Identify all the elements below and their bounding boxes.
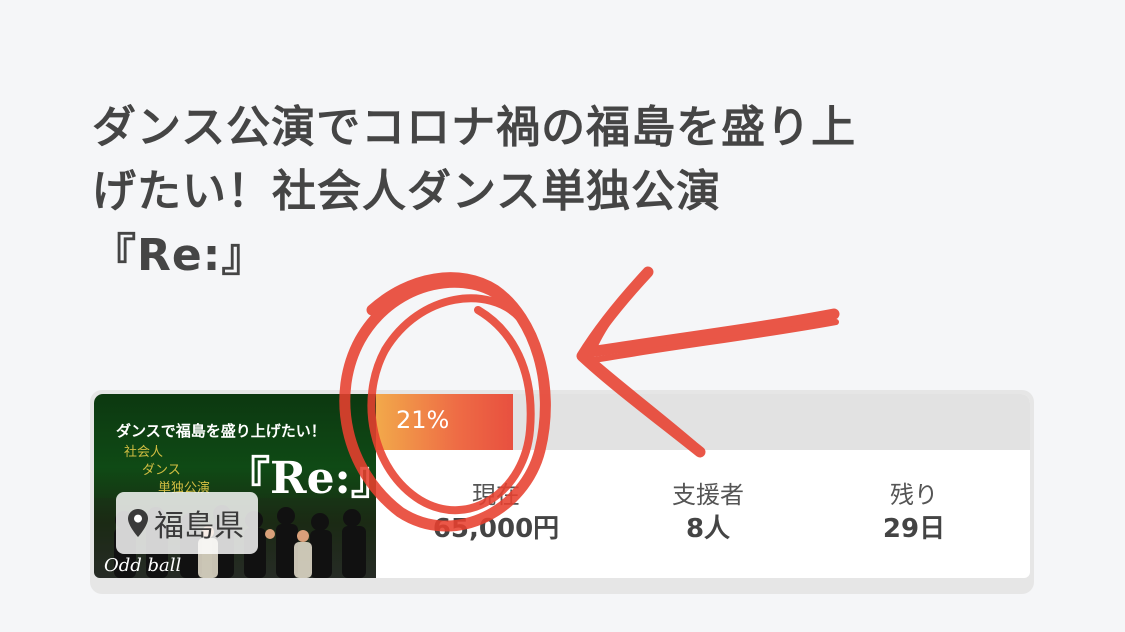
stat-value: 8人 [685,514,731,544]
project-card-body: ダンスで福島を盛り上げたい！ 社会人 ダンス 単独公演 『Re:』 [94,394,1030,578]
stat-value: 29日 [882,514,946,544]
funding-progress-label: 21% [396,406,450,434]
project-thumbnail[interactable]: ダンスで福島を盛り上げたい！ 社会人 ダンス 単独公演 『Re:』 [94,394,376,578]
project-title-line: げたい！社会人ダンス単独公演 [92,166,722,217]
stat-supporters: 支援者 8人 [618,480,798,548]
thumbnail-footer: Odd ball [104,555,182,576]
project-title-line: 『Re:』 [92,230,267,281]
stat-label: 残り [890,481,938,509]
location-badge[interactable]: 福島県 [116,492,258,554]
thumbnail-subtitle-line: ダンス [142,463,181,478]
stat-value: 65,000円 [432,514,560,544]
annotation-arrow-icon [584,308,840,358]
thumbnail-headline: ダンスで福島を盛り上げたい！ [116,422,326,440]
project-title[interactable]: ダンス公演でコロナ禍の福島を盛り上 げたい！社会人ダンス単独公演 『Re:』 [92,96,1032,288]
funding-progress-bar: 21% [376,394,1030,450]
project-title-line: ダンス公演でコロナ禍の福島を盛り上 [92,102,857,153]
annotation-arrow-icon [591,319,839,363]
thumbnail-subtitle: 社会人 ダンス 単独公演 [124,444,210,498]
stat-current-amount: 現在 65,000円 [406,480,586,548]
location-label: 福島県 [154,509,244,544]
stat-label: 支援者 [672,481,744,509]
map-pin-icon [128,509,148,537]
project-card[interactable]: ダンスで福島を盛り上げたい！ 社会人 ダンス 単独公演 『Re:』 [90,390,1034,594]
stat-days-left: 残り 29日 [824,480,1004,548]
stat-label: 現在 [472,481,520,509]
thumbnail-subtitle-line: 社会人 [124,445,164,460]
